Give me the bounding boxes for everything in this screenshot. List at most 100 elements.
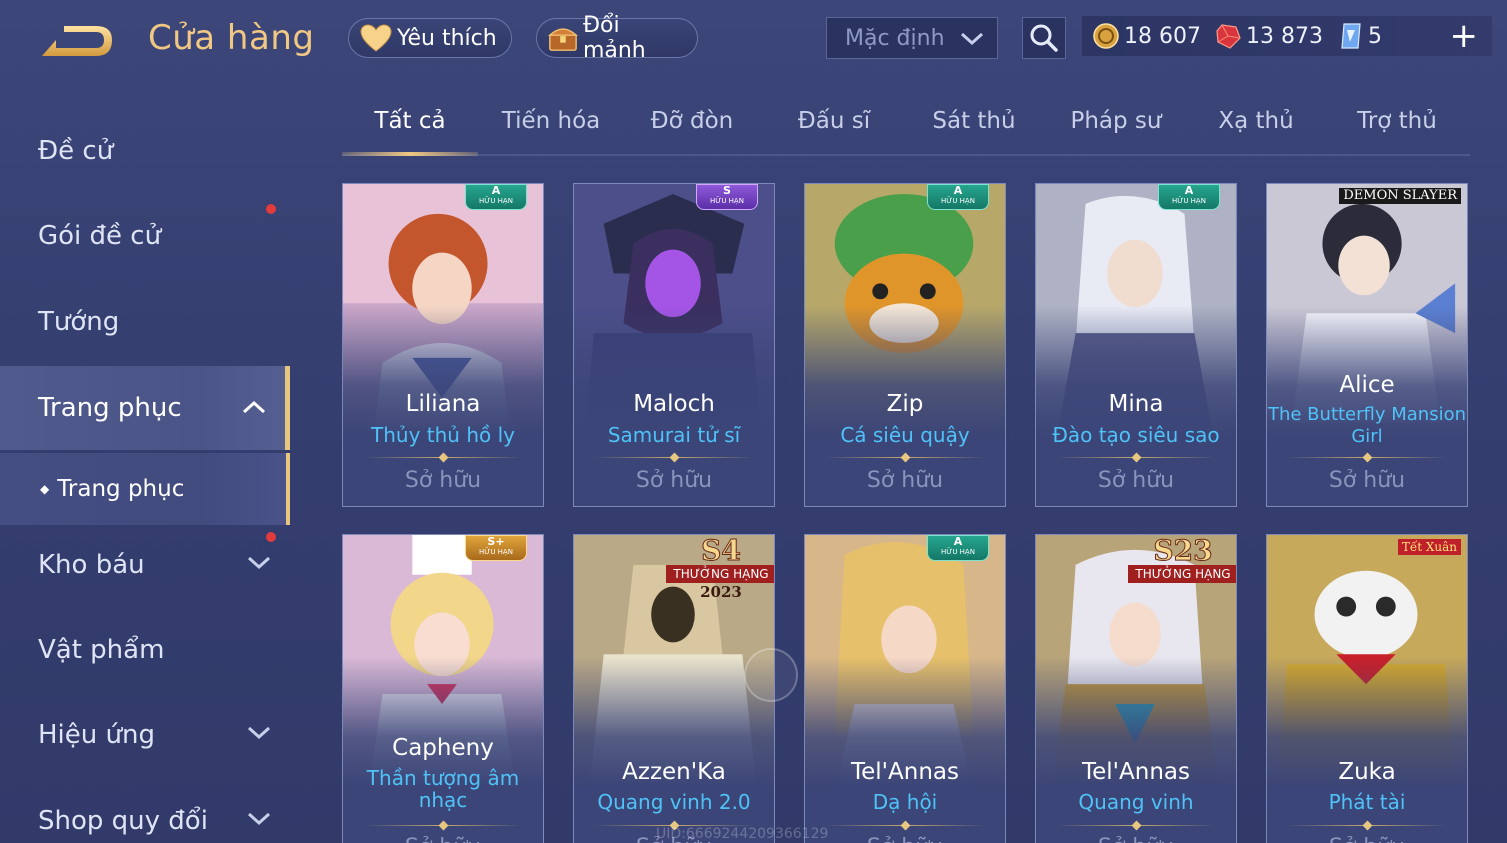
favorites-label: Yêu thích [397, 25, 497, 51]
limited-badge: A HỮU HẠN [927, 184, 989, 210]
favorites-button[interactable]: Yêu thích [348, 18, 512, 58]
skin-card[interactable]: Tết Xuân Zuka Phát tài Sở hữu [1266, 534, 1468, 843]
owned-status: Sở hữu [1036, 835, 1236, 843]
skin-name: Thủy thủ hồ ly [371, 423, 515, 447]
season-rank-badge: S4 THƯỞNG HẠNG 2023 [666, 536, 774, 601]
exchange-label: Đổi mảnh [582, 13, 646, 63]
skin-name: The Butterfly Mansion Girl [1267, 404, 1467, 447]
skin-card[interactable]: A HỮU HẠN Zip Cá siêu quậy Sở hữu [804, 183, 1006, 507]
currency-bar: 18 607 13 873 5 + [1082, 16, 1492, 56]
skin-name: Dạ hội [872, 790, 938, 814]
owned-status: Sở hữu [805, 835, 1005, 843]
notification-dot [266, 204, 276, 214]
skin-grid: A HỮU HẠN Liliana Thủy thủ hồ ly Sở hữu S… [342, 183, 1472, 843]
tab-all[interactable]: Tất cả [342, 108, 478, 156]
hero-name: Mina [1108, 391, 1164, 417]
top-bar: Cửa hàng Yêu thích Đổi mảnh Mặc định 18 … [0, 0, 1507, 80]
skin-name: Quang vinh [1078, 790, 1194, 814]
hero-name: Tel'Annas [851, 759, 959, 785]
sidebar: Đề cử Gói đề cử Tướng Trang phục ◆ Trang… [0, 100, 290, 843]
tab-evolution[interactable]: Tiến hóa [484, 108, 618, 156]
season-rank-badge: S23 THƯỞNG HẠNG [1128, 536, 1236, 597]
bullet-icon: ◆ [40, 482, 50, 496]
ruby-icon [1216, 24, 1241, 49]
skin-name: Samurai tử sĩ [607, 423, 741, 447]
hero-name: Zip [886, 391, 924, 417]
hero-name: Tel'Annas [1082, 759, 1190, 785]
sidebar-subitem-skins[interactable]: ◆ Trang phục [0, 453, 290, 525]
diamond-voucher-icon [1341, 23, 1361, 49]
skin-card[interactable]: S+HỮU HẠN Capheny Thần tượng âm nhạc Sở … [342, 534, 544, 843]
active-tab-indicator [342, 152, 478, 156]
limited-badge: A HỮU HẠN [927, 535, 989, 561]
skin-card[interactable]: A HỮU HẠN Mina Đào tạo siêu sao Sở hữu [1035, 183, 1237, 507]
chevron-down-icon [247, 556, 271, 570]
add-currency-button[interactable]: + [1450, 19, 1479, 53]
owned-status: Sở hữu [343, 835, 543, 843]
skin-name: Phát tài [1328, 790, 1406, 814]
heart-icon [360, 24, 392, 52]
skin-card[interactable]: S23 THƯỞNG HẠNG Tel'Annas Quang vinh Sở … [1035, 534, 1237, 843]
exchange-fragments-button[interactable]: Đổi mảnh [536, 13, 698, 63]
owned-status: Sở hữu [404, 468, 482, 493]
search-button[interactable] [1022, 17, 1066, 59]
sidebar-item-recommended-packs[interactable]: Gói đề cử [0, 195, 290, 277]
skin-name: Quang vinh 2.0 [597, 790, 751, 814]
sidebar-item-heroes[interactable]: Tướng [0, 281, 290, 363]
skin-card[interactable]: S4 THƯỞNG HẠNG 2023 Azzen'Ka Quang vinh … [573, 534, 775, 843]
limited-badge: A HỮU HẠN [465, 184, 527, 210]
tab-assassin[interactable]: Sát thủ [907, 108, 1041, 156]
skin-card[interactable]: DEMON SLAYER Alice The Butterfly Mansion… [1266, 183, 1468, 507]
tab-tank[interactable]: Đỡ đòn [625, 108, 759, 156]
hero-name: Azzen'Ka [622, 759, 726, 785]
chevron-up-icon [242, 400, 266, 414]
sidebar-item-treasure[interactable]: Kho báu [0, 524, 290, 606]
skin-card[interactable]: S HỮU HẠN Maloch Samurai tử sĩ Sở hữu [573, 183, 775, 507]
chevron-down-icon [960, 32, 984, 46]
tet-event-tag: Tết Xuân [1397, 539, 1461, 555]
owned-status: Sở hữu [1267, 835, 1467, 843]
owned-status: Sở hữu [635, 468, 713, 493]
treasure-chest-icon [548, 28, 578, 51]
category-tabs: Tất cả Tiến hóa Đỡ đòn Đấu sĩ Sát thủ Ph… [342, 108, 1470, 156]
skin-name: Thần tượng âm nhạc [366, 766, 520, 812]
owned-status: Sở hữu [1328, 468, 1406, 493]
owned-status: Sở hữu [1097, 468, 1175, 493]
limited-badge: A HỮU HẠN [1158, 184, 1220, 210]
uid-watermark: UID:6669244209366129 [656, 826, 829, 842]
tab-marksman[interactable]: Xạ thủ [1189, 108, 1323, 156]
sidebar-item-exchange-shop[interactable]: Shop quy đổi [0, 780, 290, 843]
chevron-down-icon [247, 812, 271, 826]
sort-dropdown[interactable]: Mặc định [826, 17, 998, 59]
owned-status: Sở hữu [866, 468, 944, 493]
skin-card[interactable]: A HỮU HẠN Liliana Thủy thủ hồ ly Sở hữu [342, 183, 544, 507]
hero-name: Alice [1339, 372, 1395, 398]
chevron-down-icon [247, 726, 271, 740]
sidebar-item-recommended[interactable]: Đề cử [0, 110, 290, 192]
hero-name: Liliana [405, 391, 481, 417]
hero-name: Maloch [633, 391, 715, 417]
notification-dot [266, 532, 276, 542]
gold-balance: 18 607 [1092, 22, 1201, 50]
sidebar-item-skins[interactable]: Trang phục [0, 366, 290, 450]
ruby-balance: 13 873 [1214, 22, 1323, 50]
gem-balance: 5 [1338, 22, 1382, 50]
tab-fighter[interactable]: Đấu sĩ [767, 108, 901, 156]
limited-badge: S HỮU HẠN [696, 184, 758, 210]
gold-coin-icon [1093, 23, 1119, 49]
sort-selected-value: Mặc định [845, 25, 945, 51]
page-title: Cửa hàng [148, 18, 315, 58]
skin-name: Cá siêu quậy [840, 423, 970, 447]
touch-indicator [744, 648, 798, 702]
sidebar-item-items[interactable]: Vật phẩm [0, 609, 290, 691]
sidebar-item-effects[interactable]: Hiệu ứng [0, 694, 290, 776]
skin-name: Đào tạo siêu sao [1052, 423, 1220, 447]
limited-badge: S+ HỮU HẠN [465, 535, 527, 561]
hero-name: Capheny [392, 735, 494, 761]
back-arrow-icon[interactable] [38, 22, 116, 64]
tab-mage[interactable]: Pháp sư [1049, 108, 1183, 156]
skin-card[interactable]: AHỮU HẠN Tel'Annas Dạ hội Sở hữu [804, 534, 1006, 843]
tab-support[interactable]: Trợ thủ [1330, 108, 1464, 156]
demon-slayer-collab-tag: DEMON SLAYER [1339, 188, 1461, 204]
hero-name: Zuka [1338, 759, 1396, 785]
